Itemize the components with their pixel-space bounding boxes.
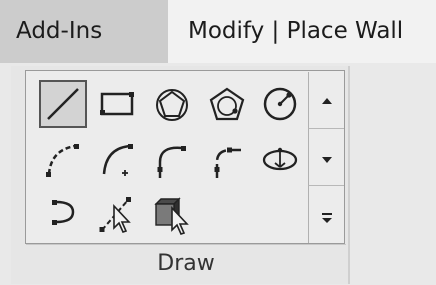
gallery-expand-button[interactable] xyxy=(308,186,344,243)
draw-panel-label[interactable]: Draw xyxy=(26,244,346,285)
gallery-scroll-down-button[interactable] xyxy=(308,129,344,186)
tab-add-ins[interactable]: Add-Ins xyxy=(0,0,168,63)
inscribed-polygon-tool-button[interactable] xyxy=(148,80,196,128)
line-icon xyxy=(47,88,79,120)
fillet-arc-tool-button[interactable] xyxy=(203,136,251,184)
partial-ellipse-tool-button[interactable] xyxy=(39,190,87,238)
rectangle-tool-button[interactable] xyxy=(94,80,142,128)
start-end-radius-arc-icon xyxy=(46,144,79,177)
line-tool-button[interactable] xyxy=(39,80,87,128)
tangent-end-arc-icon xyxy=(157,146,186,178)
panel-divider xyxy=(348,66,350,284)
tab-modify-place-wall[interactable]: Modify | Place Wall xyxy=(168,0,436,63)
center-ends-arc-tool-button[interactable] xyxy=(94,136,142,184)
fillet-arc-icon xyxy=(214,147,241,178)
pick-faces-icon xyxy=(154,197,189,235)
circle-tool-button[interactable] xyxy=(256,80,304,128)
ellipse-icon xyxy=(262,147,298,171)
ribbon-tab-bar: Add-Ins Modify | Place Wall xyxy=(0,0,436,63)
circumscribed-polygon-tool-button[interactable] xyxy=(203,80,251,128)
circumscribed-polygon-icon xyxy=(209,87,245,121)
start-end-radius-arc-tool-button[interactable] xyxy=(39,136,87,184)
center-ends-arc-icon xyxy=(102,144,133,176)
inscribed-polygon-icon xyxy=(156,89,188,121)
scroll-down-icon xyxy=(322,157,332,163)
ellipse-tool-button[interactable] xyxy=(256,136,304,184)
pick-lines-icon xyxy=(99,197,131,233)
scroll-up-icon xyxy=(322,98,332,104)
pick-faces-tool-button[interactable] xyxy=(148,190,196,238)
circle-icon xyxy=(263,87,297,121)
pick-lines-tool-button[interactable] xyxy=(94,190,142,238)
gallery-scroll-up-button[interactable] xyxy=(308,72,344,129)
partial-ellipse-icon xyxy=(52,200,75,225)
tangent-end-arc-tool-button[interactable] xyxy=(148,136,196,184)
expand-gallery-icon xyxy=(322,213,332,223)
rectangle-icon xyxy=(100,92,134,116)
